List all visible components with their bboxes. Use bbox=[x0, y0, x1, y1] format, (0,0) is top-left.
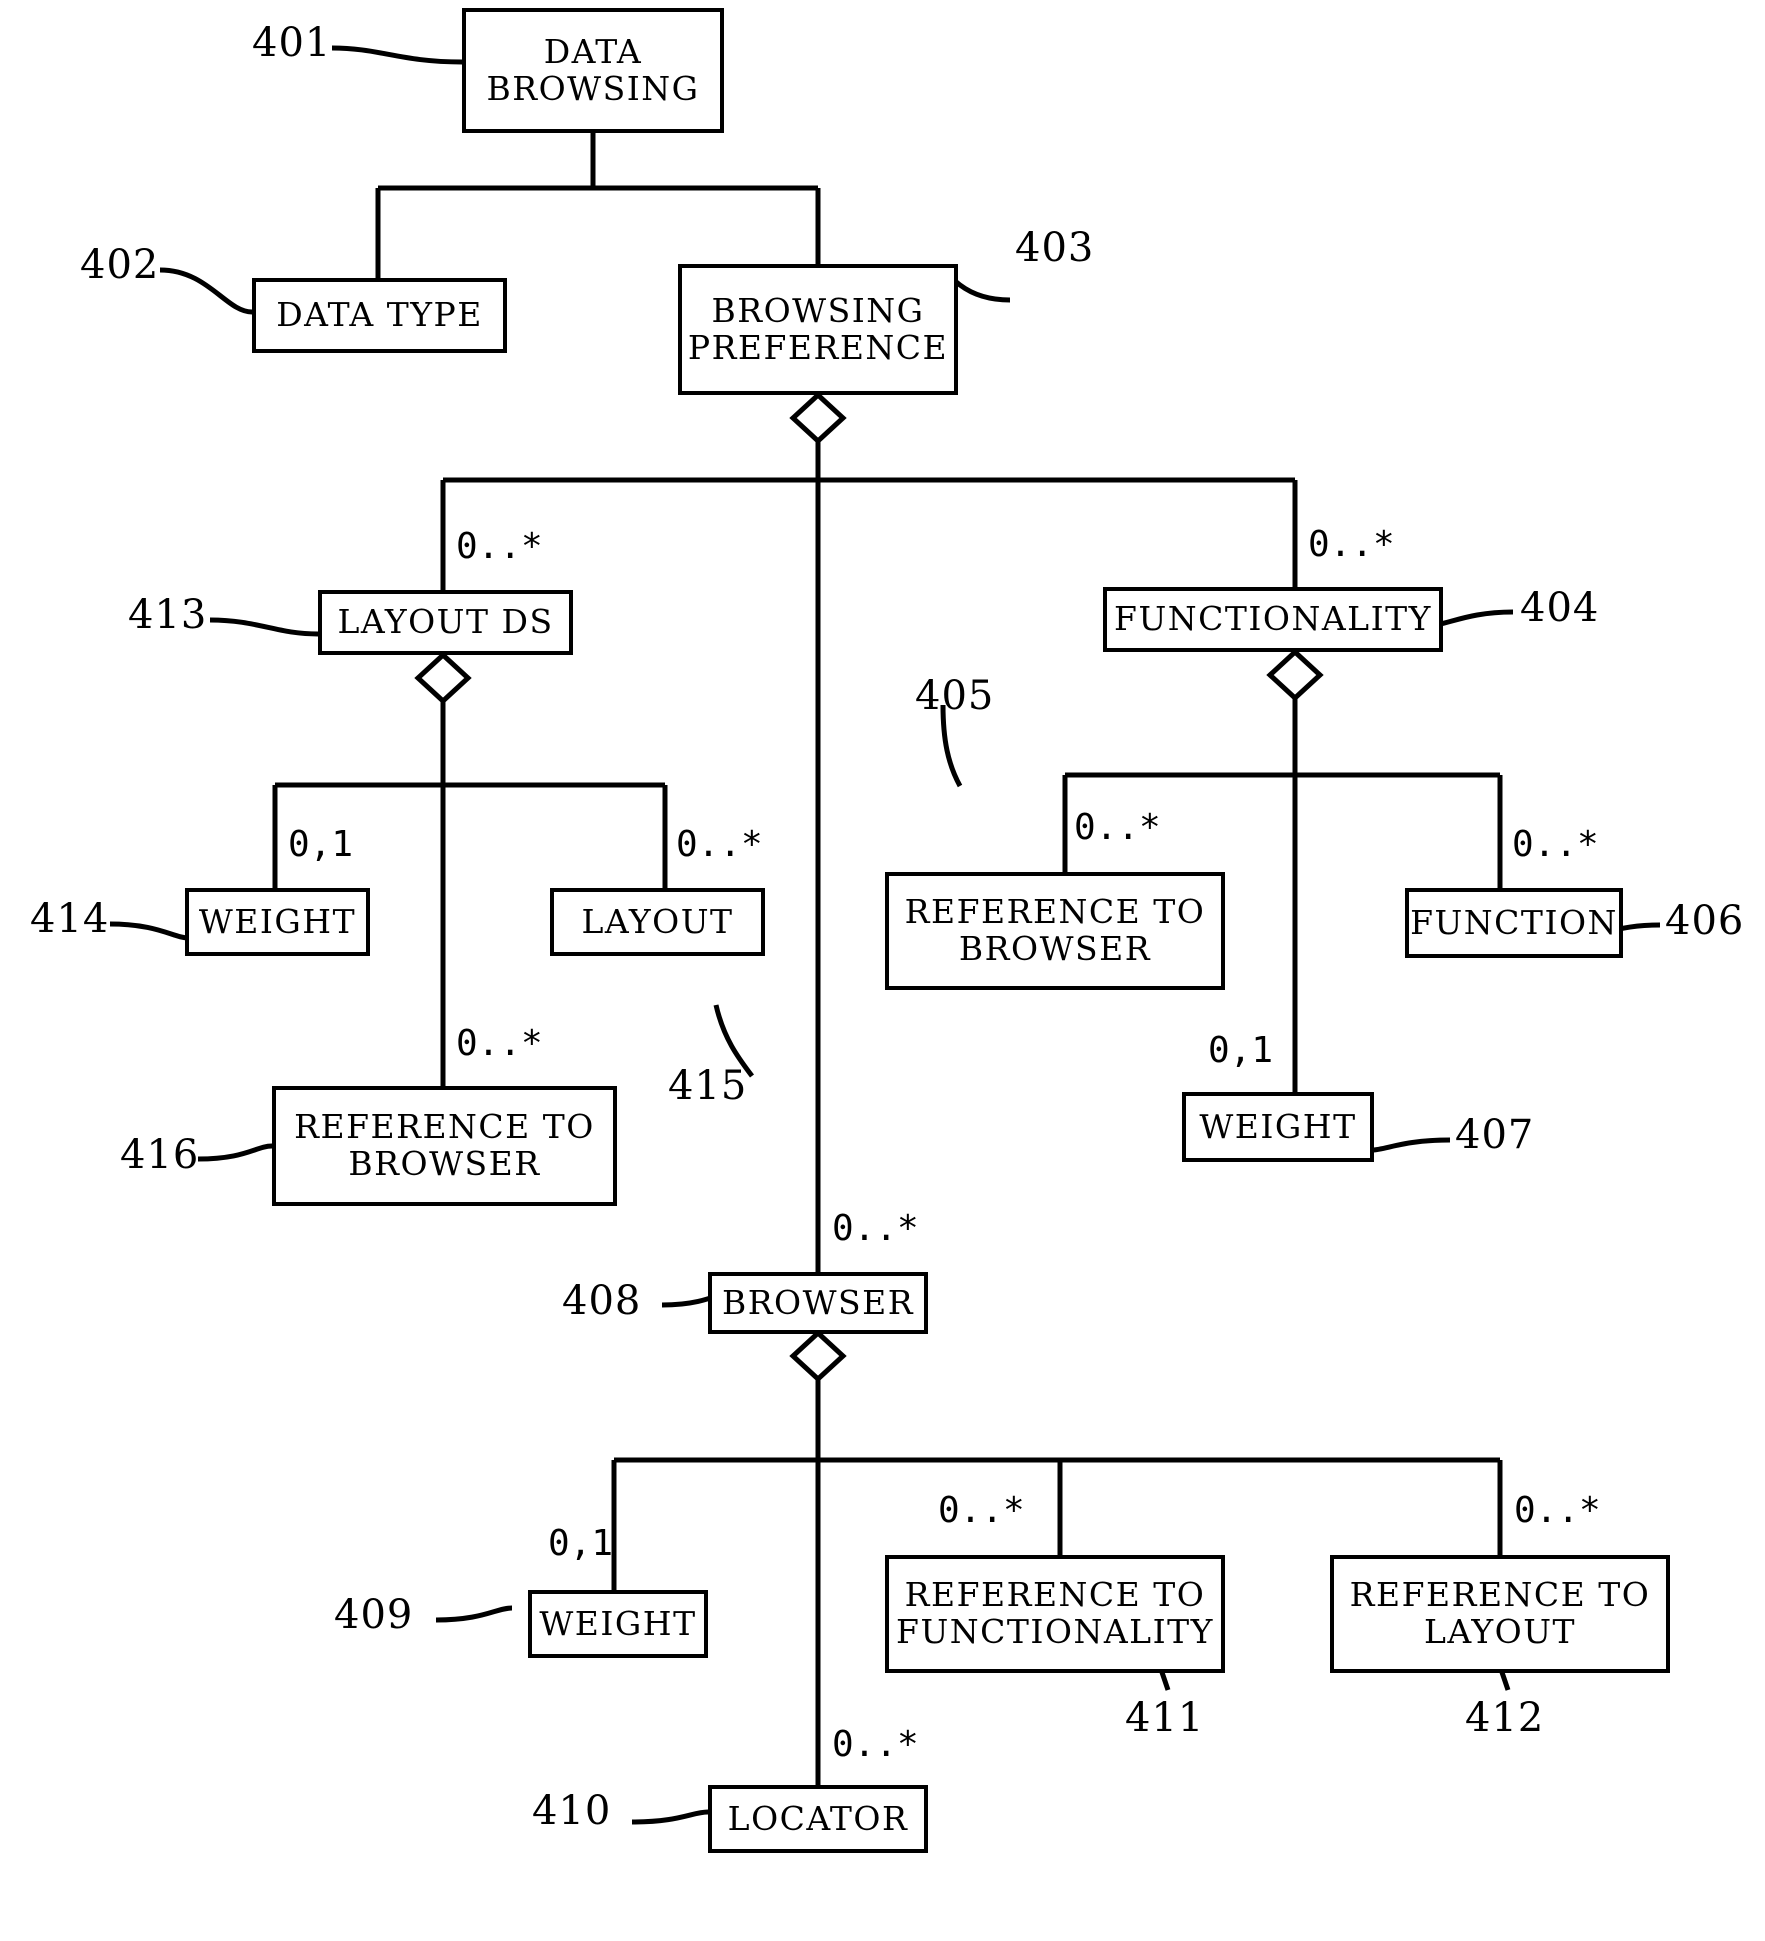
leader-402 bbox=[159, 267, 253, 315]
node-label: LAYOUT bbox=[581, 901, 734, 941]
node-browsing-preference[interactable]: BROWSING PREFERENCE bbox=[678, 264, 958, 395]
node-reference-to-browser-416[interactable]: REFERENCE TO BROWSER bbox=[272, 1086, 617, 1206]
node-label: DATA TYPE bbox=[276, 295, 483, 335]
aggregation-diamond-408 bbox=[789, 1329, 847, 1383]
node-label: REFERENCE TO BROWSER bbox=[294, 1107, 595, 1183]
ref-numeral-413: 413 bbox=[128, 592, 208, 638]
multiplicity-reference-to-browser-416: 0..* bbox=[456, 1023, 543, 1064]
node-data-browsing[interactable]: DATA BROWSING bbox=[462, 8, 724, 133]
figure-canvas: DATA BROWSING DATA TYPE BROWSING PREFERE… bbox=[0, 0, 1765, 1941]
node-label: REFERENCE TO LAYOUT bbox=[1349, 1575, 1651, 1651]
node-weight-414[interactable]: WEIGHT bbox=[185, 888, 370, 956]
leader-409 bbox=[435, 1605, 513, 1623]
ref-numeral-409: 409 bbox=[334, 1592, 414, 1638]
node-label: REFERENCE TO BROWSER bbox=[904, 892, 1206, 968]
node-data-type[interactable]: DATA TYPE bbox=[252, 278, 507, 353]
multiplicity-weight-409: 0,1 bbox=[548, 1523, 614, 1564]
ref-numeral-407: 407 bbox=[1455, 1112, 1535, 1158]
multiplicity-function-406: 0..* bbox=[1512, 824, 1599, 865]
node-locator-410[interactable]: LOCATOR bbox=[708, 1785, 928, 1853]
multiplicity-weight-407: 0,1 bbox=[1208, 1030, 1274, 1071]
node-label: WEIGHT bbox=[539, 1603, 697, 1643]
multiplicity-layout-ds: 0..* bbox=[456, 526, 543, 567]
ref-numeral-406: 406 bbox=[1665, 898, 1745, 944]
leader-410 bbox=[631, 1809, 709, 1825]
node-label: BROWSER bbox=[721, 1282, 915, 1322]
ref-numeral-411: 411 bbox=[1125, 1695, 1205, 1741]
node-browser-408[interactable]: BROWSER bbox=[708, 1272, 928, 1334]
node-reference-to-functionality-411[interactable]: REFERENCE TO FUNCTIONALITY bbox=[885, 1555, 1225, 1673]
multiplicity-locator-410: 0..* bbox=[832, 1724, 919, 1765]
aggregation-diamond-404 bbox=[1266, 648, 1324, 702]
leader-407 bbox=[1371, 1137, 1451, 1153]
node-layout-415[interactable]: LAYOUT bbox=[550, 888, 765, 956]
multiplicity-weight-414: 0,1 bbox=[288, 824, 354, 865]
ref-numeral-415: 415 bbox=[668, 1063, 748, 1109]
leader-414 bbox=[109, 921, 189, 941]
ref-numeral-405: 405 bbox=[915, 673, 995, 719]
ref-numeral-401: 401 bbox=[252, 20, 332, 66]
node-label: REFERENCE TO FUNCTIONALITY bbox=[896, 1575, 1214, 1651]
node-weight-407[interactable]: WEIGHT bbox=[1182, 1092, 1374, 1162]
node-reference-to-layout-412[interactable]: REFERENCE TO LAYOUT bbox=[1330, 1555, 1670, 1673]
node-label: WEIGHT bbox=[1199, 1106, 1357, 1146]
ref-numeral-414: 414 bbox=[30, 896, 110, 942]
multiplicity-layout-415: 0..* bbox=[676, 824, 763, 865]
multiplicity-reference-to-browser-405: 0..* bbox=[1074, 807, 1161, 848]
node-label: FUNCTION bbox=[1410, 902, 1618, 942]
aggregation-diamond-403 bbox=[789, 391, 847, 445]
ref-numeral-404: 404 bbox=[1520, 585, 1600, 631]
multiplicity-browser-408: 0..* bbox=[832, 1208, 919, 1249]
ref-numeral-412: 412 bbox=[1465, 1695, 1545, 1741]
ref-numeral-416: 416 bbox=[120, 1132, 200, 1178]
node-reference-to-browser-405[interactable]: REFERENCE TO BROWSER bbox=[885, 872, 1225, 990]
multiplicity-functionality: 0..* bbox=[1308, 524, 1395, 565]
ref-numeral-410: 410 bbox=[532, 1788, 612, 1834]
multiplicity-reference-to-functionality-411: 0..* bbox=[938, 1490, 1025, 1531]
leader-416 bbox=[197, 1143, 273, 1162]
node-layout-ds[interactable]: LAYOUT DS bbox=[318, 590, 573, 655]
aggregation-diamond-413 bbox=[414, 651, 472, 705]
multiplicity-reference-to-layout-412: 0..* bbox=[1514, 1490, 1601, 1531]
node-label: LOCATOR bbox=[727, 1798, 909, 1838]
node-label: FUNCTIONALITY bbox=[1114, 599, 1432, 639]
leader-413 bbox=[209, 617, 319, 637]
node-label: BROWSING PREFERENCE bbox=[687, 290, 949, 367]
ref-numeral-402: 402 bbox=[80, 242, 160, 288]
node-functionality[interactable]: FUNCTIONALITY bbox=[1103, 587, 1443, 652]
ref-numeral-408: 408 bbox=[562, 1278, 642, 1324]
node-weight-409[interactable]: WEIGHT bbox=[528, 1590, 708, 1658]
node-label: LAYOUT DS bbox=[337, 602, 554, 642]
node-function-406[interactable]: FUNCTION bbox=[1405, 888, 1623, 958]
node-label: WEIGHT bbox=[198, 901, 357, 941]
leader-401 bbox=[331, 45, 463, 65]
ref-numeral-403: 403 bbox=[1015, 225, 1095, 271]
node-label: DATA BROWSING bbox=[486, 31, 700, 108]
